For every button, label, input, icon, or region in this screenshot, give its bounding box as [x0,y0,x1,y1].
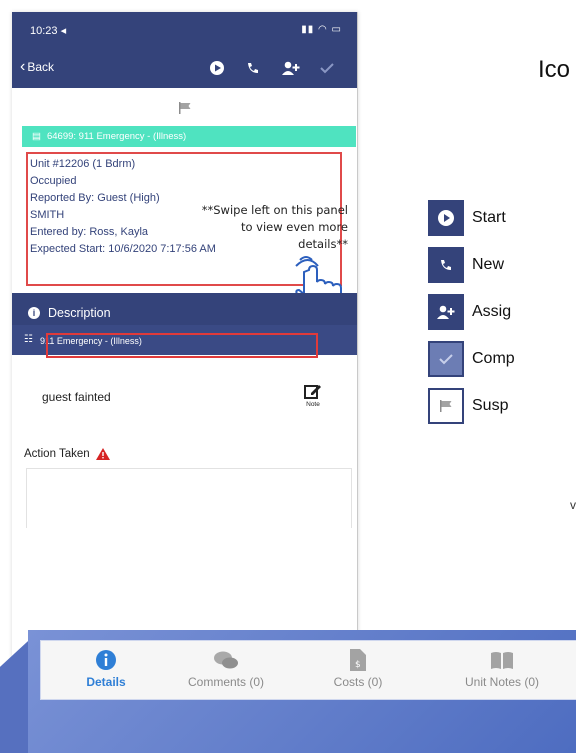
play-icon[interactable] [208,59,226,77]
svg-text:$: $ [355,660,361,670]
legend-assign: Assig [428,294,511,330]
action-taken-label: Action Taken [24,448,110,460]
swipe-hint: **Swipe left on this panel to view even … [201,203,348,251]
new-call-icon [428,247,464,283]
list-icon: ☷ [24,334,33,345]
description-header[interactable]: i Description [12,293,357,325]
phone-screen: 10:23 ◂ ▮▮ ◠ ▭ ‹ Back ▤ 64699: 911 Emerg… [12,12,358,700]
legend-start-label: Start [472,209,506,226]
chevron-left-icon: ‹ [20,58,26,75]
legend-title: Ico [538,56,571,83]
screenshot: 10:23 ◂ ▮▮ ◠ ▭ ‹ Back ▤ 64699: 911 Emerg… [0,0,576,753]
play-icon [428,200,464,236]
complete-check-icon[interactable] [318,59,336,77]
legend-complete: Comp [428,341,515,377]
note-label: Note [306,401,320,408]
complete-check-icon [428,341,464,377]
book-icon [491,652,513,669]
info-icon: i [28,307,40,319]
status-bar: 10:23 ◂ ▮▮ ◠ ▭ [12,12,357,48]
flag-row [12,88,357,126]
new-call-icon[interactable] [244,59,262,77]
document-icon: ▤ [32,131,41,142]
warning-icon [95,448,110,460]
flag-icon [428,388,464,424]
legend-suspend: Susp [428,388,508,424]
legend-new-call: New [428,247,504,283]
signal-wifi-battery-icon: ▮▮ ◠ ▭ [301,24,342,35]
tab-costs[interactable]: $ Costs (0) [303,645,413,699]
status-time: 10:23 ◂ [30,25,67,37]
description-label: Description [48,306,111,320]
edit-note-icon [304,385,321,399]
tab-label: Comments (0) [187,675,264,689]
details-panel[interactable]: Unit #12206 (1 Bdrm) Occupied Reported B… [26,152,348,311]
back-label: Back [27,60,55,74]
comments-icon [214,651,238,669]
detail-unit: Unit #12206 (1 Bdrm) [30,158,136,170]
tab-label: Details [86,675,126,689]
legend-assign-label: Assig [472,303,512,320]
legend-start: Start [428,200,506,236]
legend-complete-label: Comp [472,350,515,367]
legend-suspend-label: Susp [472,397,509,414]
info-circle-icon [96,650,116,670]
flag-icon[interactable] [178,101,192,119]
work-order-header: ▤ 64699: 911 Emergency - (Illness) [22,126,356,147]
tab-comments[interactable]: Comments (0) [171,645,281,699]
legend-new-call-label: New [472,256,505,273]
note-button[interactable]: Note [304,383,322,408]
action-taken-input[interactable] [26,468,352,528]
tab-label: Unit Notes (0) [464,675,540,689]
nav-bar: ‹ Back [12,48,357,88]
invoice-icon: $ [350,649,366,671]
assign-user-icon[interactable] [282,59,300,77]
assign-user-icon [428,294,464,330]
back-button[interactable]: ‹ Back [20,58,55,75]
tab-bar: Details Comments (0) $ Costs (0) Unit No… [40,640,576,700]
legend-trailing-char: v [570,498,576,512]
work-order-title: 64699: 911 Emergency - (Illness) [46,131,187,142]
tab-details[interactable]: Details [51,645,161,699]
tab-unit-notes[interactable]: Unit Notes (0) [447,645,557,699]
detail-status: Occupied [30,175,77,187]
tab-label: Costs (0) [333,675,383,689]
highlight-box [46,333,318,358]
description-text: guest fainted [42,390,111,404]
